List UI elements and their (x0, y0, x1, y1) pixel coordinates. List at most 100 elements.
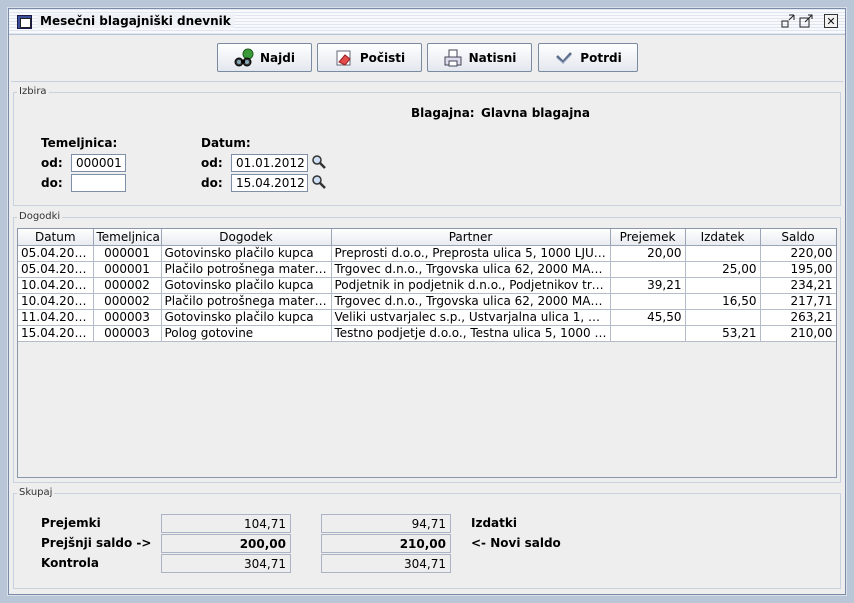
table-row[interactable]: 15.04.2012 000003 Polog gotovine Testno … (18, 325, 836, 342)
print-button[interactable]: Natisni (427, 43, 532, 72)
cell-voucher: 000002 (93, 277, 162, 294)
table-row[interactable]: 05.04.2012 000001 Plačilo potrošnega mat… (18, 261, 836, 278)
cell-voucher: 000002 (93, 293, 162, 310)
cell-date: 05.04.2012 (18, 245, 94, 262)
cell-receipt (610, 293, 686, 310)
cell-partner: Veliki ustvarjalec s.p., Ustvarjalna uli… (331, 309, 611, 326)
date-to-label: do: (201, 176, 223, 190)
cell-balance: 220,00 (760, 245, 836, 262)
cell-date: 15.04.2012 (18, 325, 94, 342)
binoculars-icon (234, 48, 254, 68)
cell-receipt: 45,50 (610, 309, 686, 326)
table-row[interactable]: 10.04.2012 000002 Gotovinsko plačilo kup… (18, 277, 836, 294)
window: Mesečni blagajniški dnevnik ✕ Najdi Poči… (8, 8, 846, 595)
voucher-label: Temeljnica: (41, 136, 118, 150)
table-header-row: Datum Temeljnica Dogodek Partner Prejeme… (18, 229, 836, 246)
cell-date: 10.04.2012 (18, 293, 94, 310)
cell-voucher: 000001 (93, 245, 162, 262)
summary-group-title: Skupaj (17, 487, 55, 498)
cell-voucher: 000003 (93, 325, 162, 342)
confirm-button-label: Potrdi (580, 50, 622, 65)
cell-event: Plačilo potrošnega materiala (161, 293, 332, 310)
prev-balance-label: Prejšnji saldo -> (41, 536, 152, 550)
close-icon[interactable]: ✕ (824, 14, 838, 28)
print-button-label: Natisni (468, 50, 517, 65)
cell-event: Gotovinsko plačilo kupca (161, 277, 332, 294)
column-header-voucher[interactable]: Temeljnica (93, 229, 162, 246)
date-label: Datum: (201, 136, 251, 150)
minimize-icon[interactable] (781, 14, 795, 28)
column-header-balance[interactable]: Saldo (760, 229, 836, 246)
cell-expense (685, 245, 761, 262)
cell-date: 05.04.2012 (18, 261, 94, 278)
cell-balance: 195,00 (760, 261, 836, 278)
selection-group-title: Izbira (17, 86, 49, 97)
cell-partner: Preprosti d.o.o., Preprosta ulica 5, 100… (331, 245, 611, 262)
date-to-input[interactable]: 15.04.2012 (231, 174, 308, 192)
voucher-to-input[interactable] (71, 174, 126, 192)
cell-event: Gotovinsko plačilo kupca (161, 309, 332, 326)
control-right-value: 304,71 (321, 554, 451, 573)
check-icon (554, 48, 574, 68)
cell-event: Polog gotovine (161, 325, 332, 342)
cell-balance: 210,00 (760, 325, 836, 342)
cell-balance: 217,71 (760, 293, 836, 310)
title-bar[interactable]: Mesečni blagajniški dnevnik ✕ (9, 9, 845, 35)
cell-event: Plačilo potrošnega materiala (161, 261, 332, 278)
cell-expense (685, 277, 761, 294)
expenses-label: Izdatki (471, 516, 517, 530)
cell-expense: 25,00 (685, 261, 761, 278)
voucher-to-label: do: (41, 176, 63, 190)
cell-voucher: 000003 (93, 309, 162, 326)
maximize-icon[interactable] (799, 14, 813, 28)
control-label: Kontrola (41, 556, 99, 570)
cashbox-value: Glavna blagajna (481, 106, 590, 120)
cell-expense (685, 309, 761, 326)
control-left-value: 304,71 (161, 554, 291, 573)
table-row[interactable]: 11.04.2012 000003 Gotovinsko plačilo kup… (18, 309, 836, 326)
table-row[interactable]: 05.04.2012 000001 Gotovinsko plačilo kup… (18, 245, 836, 262)
table-row[interactable]: 10.04.2012 000002 Plačilo potrošnega mat… (18, 293, 836, 310)
confirm-button[interactable]: Potrdi (538, 43, 638, 72)
find-button-label: Najdi (260, 50, 295, 65)
cell-partner: Testno podjetje d.o.o., Testna ulica 5, … (331, 325, 611, 342)
column-header-partner[interactable]: Partner (331, 229, 611, 246)
cell-partner: Trgovec d.n.o., Trgovska ulica 62, 2000 … (331, 293, 611, 310)
date-from-label: od: (201, 156, 223, 170)
window-title: Mesečni blagajniški dnevnik (37, 14, 234, 28)
toolbar: Najdi Počisti Natisni Potrdi (9, 43, 845, 79)
receipts-value: 104,71 (161, 514, 291, 533)
column-header-event[interactable]: Dogodek (161, 229, 332, 246)
column-header-receipt[interactable]: Prejemek (610, 229, 686, 246)
find-button[interactable]: Najdi (217, 43, 312, 72)
expenses-value: 94,71 (321, 514, 451, 533)
events-group-title: Dogodki (17, 211, 63, 222)
cell-event: Gotovinsko plačilo kupca (161, 245, 332, 262)
cell-balance: 234,21 (760, 277, 836, 294)
new-balance-label: <- Novi saldo (471, 536, 561, 550)
voucher-from-input[interactable]: 000001 (71, 154, 126, 172)
cell-voucher: 000001 (93, 261, 162, 278)
cashbox-label: Blagajna: (411, 106, 475, 120)
column-header-date[interactable]: Datum (18, 229, 94, 246)
date-from-search-icon[interactable] (311, 154, 329, 172)
eraser-icon (334, 48, 354, 68)
date-to-search-icon[interactable] (311, 174, 329, 192)
cell-date: 10.04.2012 (18, 277, 94, 294)
app-icon (17, 15, 32, 29)
cell-receipt: 39,21 (610, 277, 686, 294)
clear-button-label: Počisti (359, 50, 406, 65)
date-from-input[interactable]: 01.01.2012 (231, 154, 308, 172)
printer-icon (443, 48, 463, 68)
cell-expense: 53,21 (685, 325, 761, 342)
cell-receipt (610, 325, 686, 342)
events-table[interactable]: Datum Temeljnica Dogodek Partner Prejeme… (17, 228, 837, 478)
prev-balance-value: 200,00 (161, 534, 291, 553)
toolbar-separator (11, 81, 843, 82)
cell-partner: Trgovec d.n.o., Trgovska ulica 62, 2000 … (331, 261, 611, 278)
cell-receipt (610, 261, 686, 278)
clear-button[interactable]: Počisti (317, 43, 422, 72)
new-balance-value: 210,00 (321, 534, 451, 553)
column-header-expense[interactable]: Izdatek (685, 229, 761, 246)
cell-partner: Podjetnik in podjetnik d.n.o., Podjetnik… (331, 277, 611, 294)
